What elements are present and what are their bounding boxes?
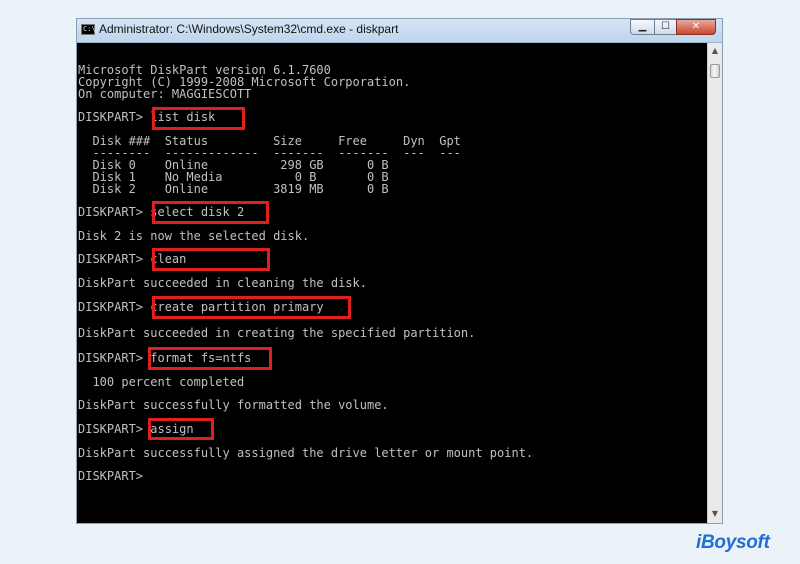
command-highlight-box xyxy=(152,296,351,319)
table-row: Disk 2 Online 3819 MB 0 B xyxy=(78,182,389,196)
console-output[interactable]: Microsoft DiskPart version 6.1.7600 Copy… xyxy=(77,43,708,523)
command-highlight-box xyxy=(152,107,245,130)
console-line: 100 percent completed xyxy=(78,375,245,389)
title-bar[interactable]: C:\ Administrator: C:\Windows\System32\c… xyxy=(77,19,722,43)
window-title: Administrator: C:\Windows\System32\cmd.e… xyxy=(99,22,399,36)
console-line: DiskPart successfully formatted the volu… xyxy=(78,398,389,412)
scroll-up-arrow-icon[interactable]: ▲ xyxy=(709,43,721,58)
cmd-window: C:\ Administrator: C:\Windows\System32\c… xyxy=(76,18,723,524)
cmd-icon: C:\ xyxy=(81,24,96,35)
prompt-line: DISKPART> xyxy=(78,469,144,483)
scrollbar-thumb[interactable] xyxy=(710,64,720,78)
command-highlight-box xyxy=(152,201,269,224)
console-line: DiskPart succeeded in creating the speci… xyxy=(78,326,476,340)
console-line: On computer: MAGGIESCOTT xyxy=(78,87,252,101)
console-line: DiskPart successfully assigned the drive… xyxy=(78,446,534,460)
window-controls: ▁ ☐ ✕ xyxy=(630,19,716,37)
iboysoft-logo: iBoysoft xyxy=(696,532,770,553)
command-highlight-box xyxy=(152,248,270,271)
minimize-button[interactable]: ▁ xyxy=(630,19,654,35)
console-line: Disk 2 is now the selected disk. xyxy=(78,229,310,243)
command-highlight-box xyxy=(148,347,272,370)
command-highlight-box xyxy=(148,418,214,440)
vertical-scrollbar[interactable]: ▲ ▼ xyxy=(707,43,722,523)
close-button[interactable]: ✕ xyxy=(676,19,716,35)
scroll-down-arrow-icon[interactable]: ▼ xyxy=(709,506,721,521)
console-line: DiskPart succeeded in cleaning the disk. xyxy=(78,276,367,290)
maximize-button[interactable]: ☐ xyxy=(654,19,676,35)
